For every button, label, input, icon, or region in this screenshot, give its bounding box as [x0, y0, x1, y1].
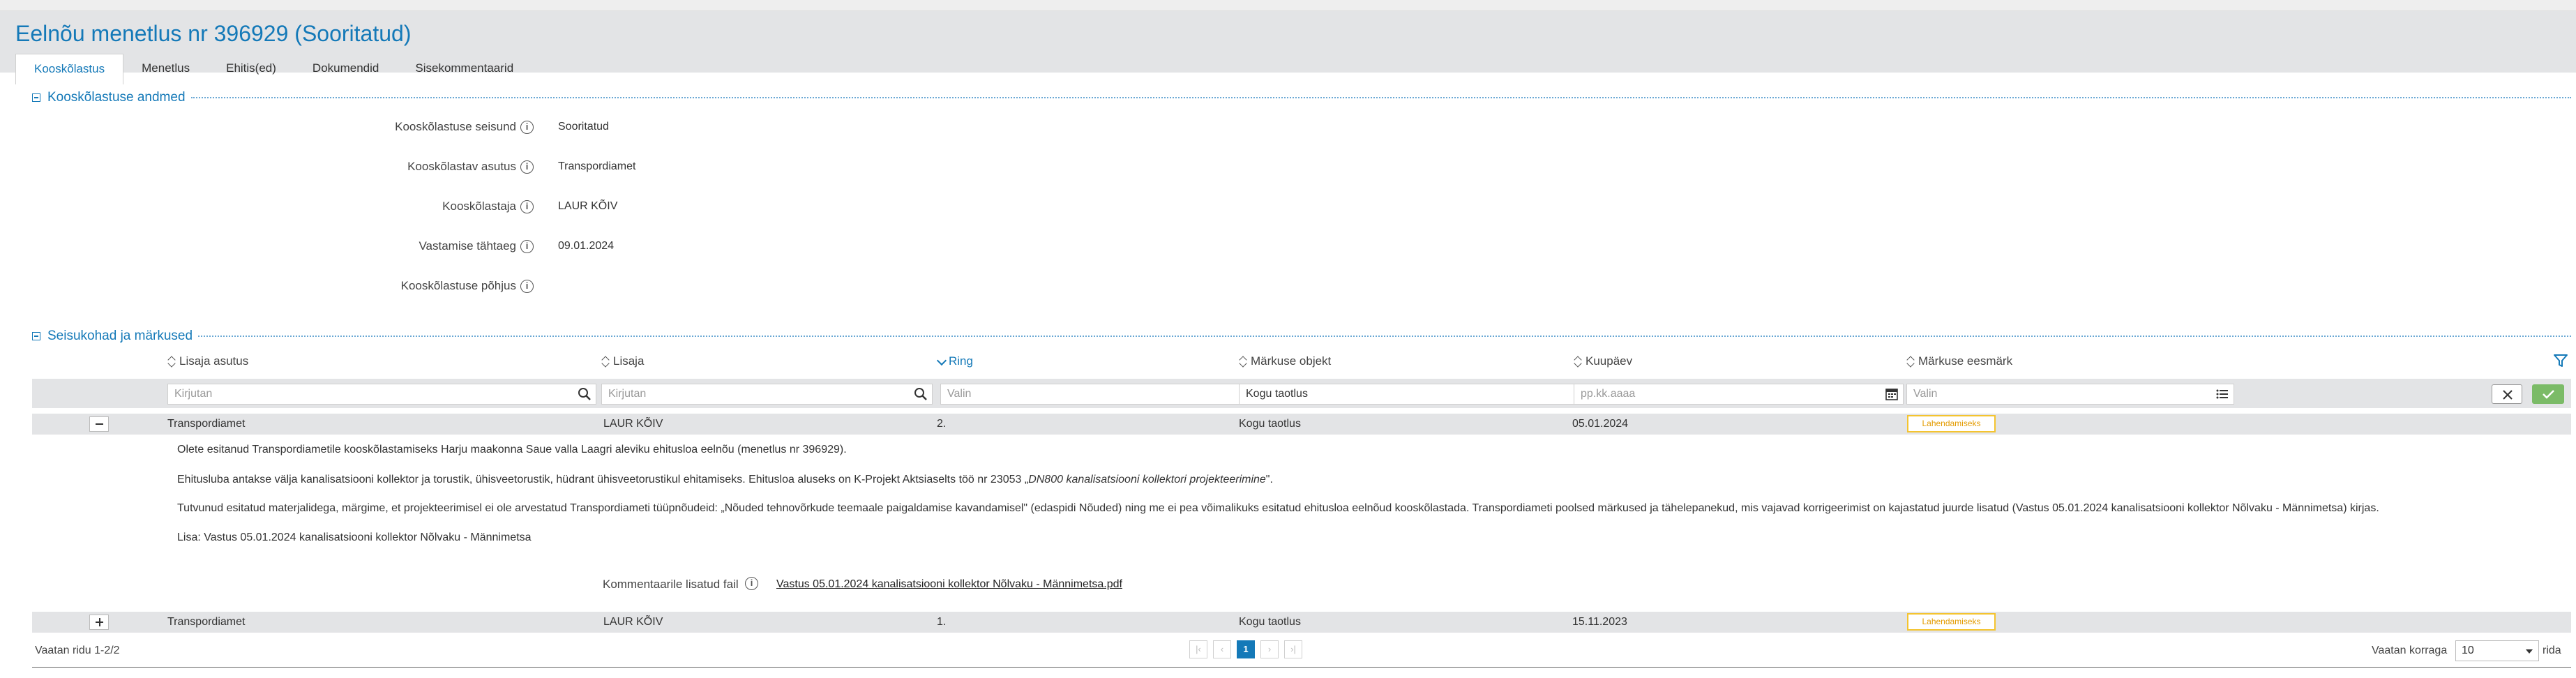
field-row-reason: Kooskõlastuse põhjus i	[0, 276, 837, 296]
table-row[interactable]: Transpordiamet LAUR KÕIV 2. Kogu taotlus…	[32, 414, 2571, 435]
field-value: Sooritatud	[558, 121, 609, 133]
status-badge: Lahendamiseks	[1907, 415, 1996, 432]
first-page-button[interactable]: |‹	[1189, 640, 1207, 658]
info-icon[interactable]: i	[745, 577, 758, 590]
sort-icon	[1906, 355, 1915, 368]
last-page-button[interactable]: ›|	[1284, 640, 1302, 658]
filter-purpose-select[interactable]: Valin	[1906, 384, 2234, 405]
footer-divider	[32, 667, 2571, 668]
prev-page-button[interactable]: ‹	[1213, 640, 1231, 658]
field-value: Transpordiamet	[558, 160, 636, 172]
chevron-down-icon	[2526, 649, 2533, 654]
remarks-section-title: Seisukohad ja märkused	[47, 329, 193, 343]
filter-author-input[interactable]: Kirjutan	[601, 384, 933, 405]
pagination: |‹ ‹ 1 › ›|	[1189, 640, 1302, 660]
filter-bar: Kirjutan Kirjutan Valin Kogu taotlus pp.…	[32, 379, 2571, 408]
tab-menetlus[interactable]: Menetlus	[123, 54, 208, 84]
field-label: Kooskõlastuse seisund	[395, 120, 516, 133]
page-number-button[interactable]: 1	[1237, 640, 1255, 658]
tab-bar: Kooskõlastus Menetlus Ehitis(ed) Dokumen…	[15, 54, 532, 84]
field-label: Kooskõlastaja	[442, 199, 516, 213]
cell-round: 2.	[937, 418, 947, 430]
status-badge: Lahendamiseks	[1907, 613, 1996, 631]
column-header-org[interactable]: Lisaja asutus	[167, 353, 248, 370]
comment-paragraph: Lisa: Vastus 05.01.2024 kanalisatsiooni …	[177, 532, 532, 543]
column-header-author[interactable]: Lisaja	[601, 353, 644, 370]
cell-object: Kogu taotlus	[1239, 616, 1301, 628]
sort-icon	[167, 355, 176, 368]
collapse-icon[interactable]	[32, 332, 40, 340]
comment-paragraph: Tutvunud esitatud materjalidega, märgime…	[177, 502, 2379, 514]
close-icon	[2503, 390, 2513, 400]
column-header-object[interactable]: Märkuse objekt	[1239, 353, 1331, 370]
filter-object-input[interactable]: Kogu taotlus	[1239, 384, 1600, 405]
field-value: 09.01.2024	[558, 240, 615, 252]
cell-author: LAUR KÕIV	[603, 418, 663, 430]
column-header-purpose[interactable]: Märkuse eesmärk	[1906, 353, 2012, 370]
collapse-icon[interactable]	[32, 93, 40, 102]
search-icon	[914, 388, 927, 400]
sort-descending-icon	[937, 355, 945, 368]
field-value: LAUR KÕIV	[558, 200, 618, 212]
cell-round: 1.	[937, 616, 947, 628]
info-icon[interactable]: i	[520, 121, 534, 134]
clear-filters-button[interactable]	[2492, 384, 2522, 404]
per-page-label: Vaatan korraga	[2372, 645, 2448, 656]
column-header-date[interactable]: Kuupäev	[1574, 353, 1632, 370]
page-title: Eelnõu menetlus nr 396929 (Sooritatud)	[15, 21, 412, 46]
top-strip	[0, 0, 2576, 11]
table-row[interactable]: Transpordiamet LAUR KÕIV 1. Kogu taotlus…	[32, 612, 2571, 633]
cell-date: 05.01.2024	[1572, 418, 1629, 430]
field-row-organization: Kooskõlastav asutus i Transpordiamet	[0, 157, 837, 176]
next-page-button[interactable]: ›	[1260, 640, 1279, 658]
cell-org: Transpordiamet	[167, 418, 246, 430]
search-icon	[578, 388, 591, 400]
details-section-header[interactable]: Kooskõlastuse andmed	[32, 90, 2571, 105]
cell-org: Transpordiamet	[167, 616, 246, 628]
comment-paragraph: Ehitusluba antakse välja kanalisatsiooni…	[177, 474, 1273, 485]
info-icon[interactable]: i	[520, 160, 534, 174]
filter-round-select[interactable]: Valin	[940, 384, 1265, 405]
field-label: Kooskõlastav asutus	[407, 160, 516, 173]
tab-ehitised[interactable]: Ehitis(ed)	[208, 54, 294, 84]
remarks-section-header[interactable]: Seisukohad ja märkused	[32, 329, 2571, 344]
details-section-title: Kooskõlastuse andmed	[47, 90, 186, 105]
check-icon	[2543, 390, 2554, 399]
tab-dokumendid[interactable]: Dokumendid	[294, 54, 397, 84]
field-row-approver: Kooskõlastaja i LAUR KÕIV	[0, 197, 837, 216]
per-page-suffix: rida	[2543, 645, 2561, 656]
list-icon	[2216, 389, 2228, 399]
attached-file-label: Kommentaarile lisatud fail	[603, 578, 739, 591]
section-divider	[190, 97, 2571, 98]
filter-icon[interactable]	[2553, 353, 2568, 368]
per-page-select[interactable]: 10	[2455, 640, 2539, 661]
tab-kooskolastus[interactable]: Kooskõlastus	[15, 54, 124, 84]
page-header: Eelnõu menetlus nr 396929 (Sooritatud) K…	[0, 11, 2576, 84]
field-label: Kooskõlastuse põhjus	[400, 279, 516, 292]
cell-author: LAUR KÕIV	[603, 616, 663, 628]
cell-date: 15.11.2023	[1572, 616, 1627, 628]
section-divider	[198, 336, 2571, 337]
tab-sisekommentaarid[interactable]: Sisekommentaarid	[397, 54, 532, 84]
sort-icon	[601, 355, 610, 368]
filter-date-input[interactable]: pp.kk.aaaa	[1574, 384, 1904, 405]
collapse-row-button[interactable]	[89, 416, 109, 432]
field-row-deadline: Vastamise tähtaeg i 09.01.2024	[0, 236, 837, 256]
apply-filters-button[interactable]	[2532, 384, 2564, 404]
column-header-round[interactable]: Ring	[937, 353, 973, 370]
field-row-status: Kooskõlastuse seisund i Sooritatud	[0, 117, 837, 137]
calendar-icon	[1885, 389, 1898, 400]
comment-paragraph: Olete esitanud Transpordiametile kooskõl…	[177, 444, 847, 455]
info-icon[interactable]: i	[520, 200, 534, 213]
expand-row-button[interactable]	[89, 615, 109, 630]
field-label: Vastamise tähtaeg	[419, 239, 516, 253]
sort-icon	[1239, 355, 1247, 368]
sort-icon	[1574, 355, 1582, 368]
info-icon[interactable]: i	[520, 240, 534, 253]
attached-file-link[interactable]: Vastus 05.01.2024 kanalisatsiooni kollek…	[776, 578, 1122, 591]
filter-org-input[interactable]: Kirjutan	[167, 384, 596, 405]
info-icon[interactable]: i	[520, 280, 534, 293]
row-count: Vaatan ridu 1-2/2	[35, 645, 120, 656]
cell-object: Kogu taotlus	[1239, 418, 1301, 430]
